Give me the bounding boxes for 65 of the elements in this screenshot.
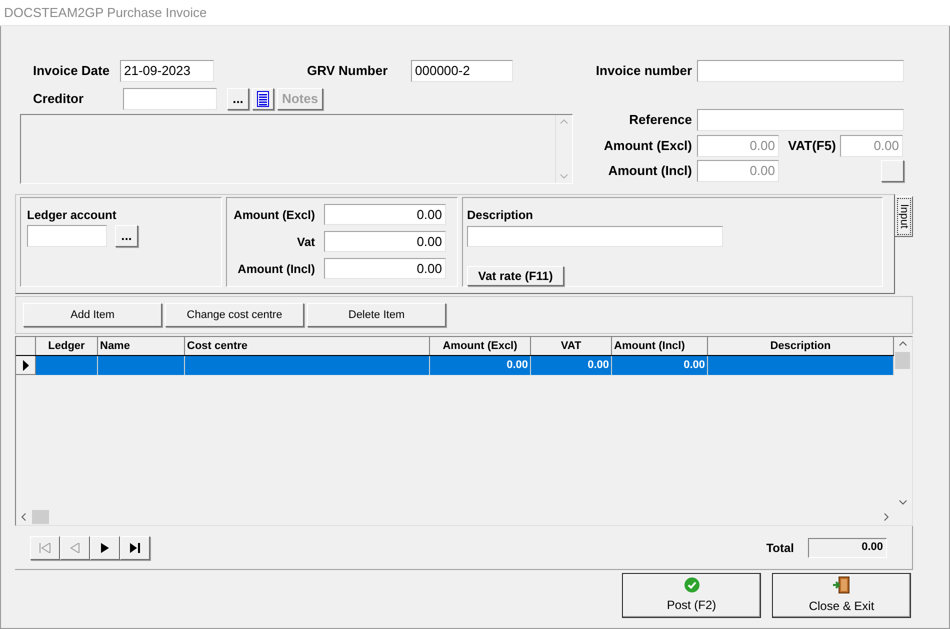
amount-label: Amount (Excl) xyxy=(232,206,315,224)
navigator-button[interactable] xyxy=(90,536,120,560)
scroll-up-icon xyxy=(898,341,906,346)
check-icon xyxy=(684,577,700,593)
amount-field[interactable]: 0.00 xyxy=(324,204,446,225)
column-header[interactable]: Description xyxy=(708,337,894,355)
last-record-icon xyxy=(130,542,140,552)
ledger-account-field[interactable] xyxy=(27,225,107,247)
vat-label: VAT(F5) xyxy=(788,137,837,156)
creditor-label: Creditor xyxy=(33,90,85,108)
invoice-number-label: Invoice number xyxy=(594,62,693,80)
amount-label: Vat xyxy=(296,234,315,250)
browse-button[interactable]: ... xyxy=(115,225,138,247)
scroll-up-icon xyxy=(560,119,568,124)
description-field[interactable] xyxy=(467,226,723,247)
table-row[interactable]: 0.00 0.00 0.00 xyxy=(16,356,894,375)
amount-excl-label: Amount (Excl) xyxy=(602,137,693,156)
column-header[interactable]: Ledger xyxy=(36,337,98,355)
description-label: Description xyxy=(467,207,534,224)
column-header[interactable]: Cost centre xyxy=(185,337,430,355)
invoice-number-field[interactable] xyxy=(697,60,904,82)
small-button[interactable] xyxy=(881,160,904,182)
window-title: DOCSTEAM2GP Purchase Invoice xyxy=(4,4,207,22)
amount-incl-label: Amount (Incl) xyxy=(607,162,693,180)
toolbar-button[interactable]: Add Item xyxy=(23,303,162,327)
column-header[interactable]: Name xyxy=(98,337,185,355)
scroll-right-icon xyxy=(884,513,889,521)
table-cell-text: 0.00 xyxy=(588,358,609,374)
creditor-field[interactable] xyxy=(123,88,217,110)
reference-field[interactable] xyxy=(697,109,904,131)
door-exit-icon xyxy=(832,576,850,594)
amount-label: Amount (Incl) xyxy=(236,260,315,278)
toolbar-button[interactable]: Change cost centre xyxy=(165,303,304,327)
reference-label: Reference xyxy=(628,111,693,130)
column-header[interactable]: Amount (Incl) xyxy=(612,337,708,355)
table-cell-text: 0.00 xyxy=(684,358,705,374)
scroll-thumb[interactable] xyxy=(32,510,49,524)
previous-record-icon xyxy=(70,542,80,552)
invoice-date-field[interactable]: 21-09-2023 xyxy=(120,60,214,82)
input-tab[interactable]: Input xyxy=(895,196,913,237)
browse-button[interactable]: ... xyxy=(227,88,249,110)
toolbar-button[interactable]: Delete Item xyxy=(307,303,446,327)
post-button[interactable]: Post (F2) xyxy=(622,573,761,618)
next-record-icon xyxy=(101,542,109,552)
first-record-icon xyxy=(39,542,51,552)
scroll-down-icon xyxy=(898,500,906,505)
invoice-date-label: Invoice Date xyxy=(33,62,111,80)
table-cell-text: 0.00 xyxy=(506,358,528,374)
column-header[interactable]: VAT xyxy=(531,337,612,355)
navigator-button[interactable] xyxy=(120,536,150,560)
ledger-account-label: Ledger account xyxy=(27,207,118,224)
total-field: 0.00 xyxy=(808,538,887,558)
list-icon xyxy=(257,91,269,107)
amount-field[interactable]: 0.00 xyxy=(324,231,446,252)
grv-number-field[interactable]: 000000-2 xyxy=(411,60,513,82)
close-exit-button[interactable]: Close & Exit xyxy=(772,573,911,618)
scroll-left-icon xyxy=(21,513,26,521)
scroll-thumb[interactable] xyxy=(895,352,910,369)
amount-field[interactable]: 0.00 xyxy=(324,258,446,279)
column-header[interactable]: Amount (Excl) xyxy=(430,337,531,355)
grv-number-label: GRV Number xyxy=(307,62,389,80)
list-button[interactable] xyxy=(252,88,274,110)
total-label: Total xyxy=(766,540,794,556)
scroll-down-icon xyxy=(560,174,568,179)
vat-rate-button[interactable]: Vat rate (F11) xyxy=(467,266,564,286)
